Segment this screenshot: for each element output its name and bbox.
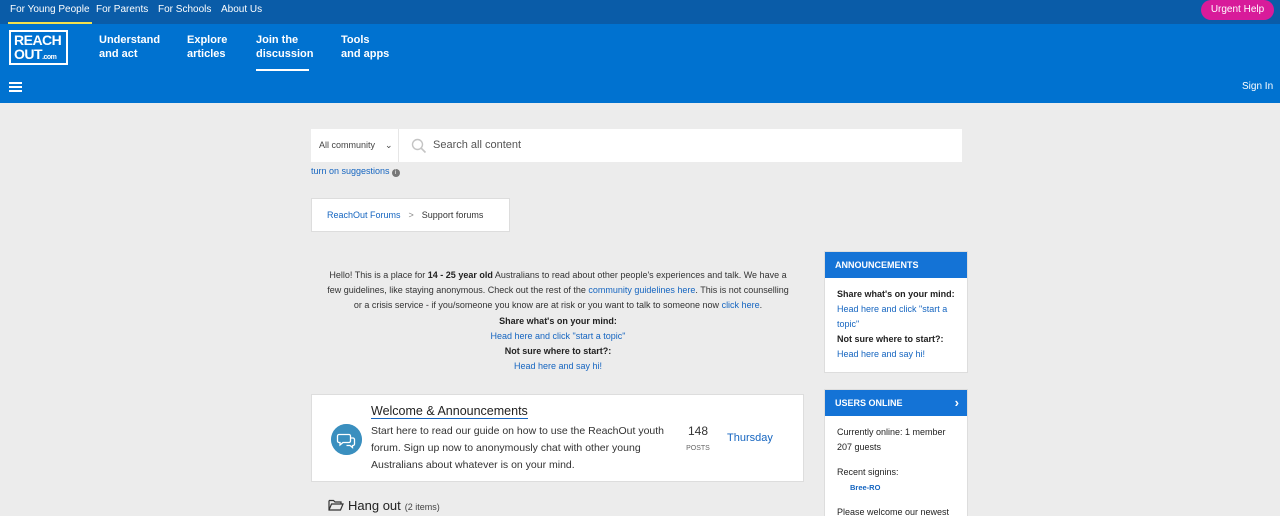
hamburger-menu-icon[interactable] bbox=[9, 82, 22, 92]
board-title-link[interactable]: Welcome & Announcements bbox=[371, 404, 528, 419]
category-title: Hang out bbox=[348, 498, 401, 513]
search-icon bbox=[411, 138, 427, 154]
folder-open-icon bbox=[328, 499, 344, 511]
newest-member-text: Please welcome our newest bbox=[837, 507, 950, 516]
intro-age-range: 14 - 25 year old bbox=[427, 270, 493, 280]
intro-text: . bbox=[759, 300, 763, 311]
urgent-help-button[interactable]: Urgent Help bbox=[1201, 0, 1274, 20]
nav-item-line: articles bbox=[187, 48, 226, 60]
logo-suffix: .com bbox=[42, 54, 57, 61]
board-card-welcome[interactable]: Welcome & Announcements Start here to re… bbox=[311, 394, 804, 482]
main-navigation: REACH OUT.com Understand and act Explore… bbox=[0, 24, 1280, 103]
intro-say-hi-link[interactable]: Head here and say hi! bbox=[514, 361, 602, 371]
nav-item-line: and act bbox=[99, 48, 138, 60]
breadcrumb-current: Support forums bbox=[421, 210, 484, 220]
board-last-post-link[interactable]: Thursday bbox=[727, 432, 773, 444]
announcements-header: ANNOUNCEMENTS bbox=[825, 252, 967, 278]
nav-item-line: Join the bbox=[256, 34, 299, 46]
intro-unsure-title: Not sure where to start?: bbox=[504, 346, 612, 357]
breadcrumb: ReachOut Forums > Support forums bbox=[311, 198, 510, 232]
chat-bubbles-icon bbox=[331, 424, 362, 455]
users-online-title: USERS ONLINE bbox=[835, 398, 903, 408]
announcements-panel: ANNOUNCEMENTS Share what's on your mind:… bbox=[824, 251, 968, 373]
nav-item-line: and apps bbox=[341, 48, 390, 60]
topbar-link-parents[interactable]: For Parents bbox=[96, 4, 148, 15]
nav-item-line: discussion bbox=[256, 48, 314, 60]
reachout-logo[interactable]: REACH OUT.com bbox=[9, 30, 68, 65]
nav-item-understand[interactable]: Understand and act bbox=[99, 33, 169, 61]
logo-line-2: OUT bbox=[14, 46, 43, 62]
suggestions-label: turn on suggestions bbox=[311, 166, 390, 176]
nav-item-line: Explore bbox=[187, 34, 228, 46]
search-scope-select[interactable]: All community ⌄ bbox=[311, 129, 399, 162]
category-hang-out[interactable]: Hang out (2 items) bbox=[328, 498, 440, 513]
suggestions-toggle-link[interactable]: turn on suggestions i bbox=[311, 166, 400, 177]
community-guidelines-link[interactable]: community guidelines here bbox=[588, 285, 695, 295]
breadcrumb-root-link[interactable]: ReachOut Forums bbox=[327, 210, 401, 220]
announcements-share-title: Share what's on your mind: bbox=[837, 289, 955, 299]
breadcrumb-separator: > bbox=[408, 210, 414, 220]
nav-item-line: Understand bbox=[99, 34, 161, 46]
users-online-count: Currently online: 1 member 207 guests bbox=[837, 427, 946, 452]
board-post-count: 148 bbox=[687, 424, 709, 438]
click-here-link[interactable]: click here bbox=[722, 300, 760, 310]
users-online-header[interactable]: USERS ONLINE › bbox=[825, 390, 967, 416]
info-icon: i bbox=[391, 169, 400, 177]
top-utility-bar: For Young People For Parents For Schools… bbox=[0, 0, 1280, 24]
chevron-right-icon: › bbox=[954, 395, 959, 410]
topbar-link-about[interactable]: About Us bbox=[221, 4, 262, 15]
intro-share-title: Share what's on your mind: bbox=[499, 315, 617, 326]
board-description: Start here to read our guide on how to u… bbox=[371, 425, 665, 471]
topbar-link-young-people[interactable]: For Young People bbox=[8, 4, 92, 24]
intro-text: Hello! This is a place for bbox=[329, 270, 428, 280]
category-count: (2 items) bbox=[404, 502, 440, 512]
users-online-panel: USERS ONLINE › Currently online: 1 membe… bbox=[824, 389, 968, 516]
board-post-count-label: POSTS bbox=[686, 445, 710, 452]
nav-item-explore[interactable]: Explore articles bbox=[187, 33, 257, 61]
announcements-unsure-title: Not sure where to start?: bbox=[837, 334, 944, 344]
nav-item-tools[interactable]: Tools and apps bbox=[341, 33, 411, 61]
recent-signins-label: Recent signins: bbox=[837, 467, 899, 477]
sign-in-link[interactable]: Sign In bbox=[1242, 81, 1273, 92]
intro-start-topic-link[interactable]: Head here and click "start a topic" bbox=[491, 331, 626, 341]
nav-item-join-discussion[interactable]: Join the discussion bbox=[256, 33, 326, 71]
announcements-say-hi-link[interactable]: Head here and say hi! bbox=[837, 349, 925, 359]
announcements-start-topic-link[interactable]: Head here and click "start a topic" bbox=[837, 304, 947, 329]
search-input[interactable]: Search all content bbox=[433, 139, 521, 151]
recent-user-link[interactable]: Bree-RO bbox=[850, 480, 955, 495]
chevron-down-icon: ⌄ bbox=[385, 140, 393, 150]
search-scope-label: All community bbox=[319, 140, 376, 150]
nav-item-line: Tools bbox=[341, 34, 370, 46]
forum-intro: Hello! This is a place for 14 - 25 year … bbox=[323, 268, 793, 374]
topbar-link-schools[interactable]: For Schools bbox=[158, 4, 211, 15]
search-bar: All community ⌄ Search all content bbox=[311, 129, 962, 162]
